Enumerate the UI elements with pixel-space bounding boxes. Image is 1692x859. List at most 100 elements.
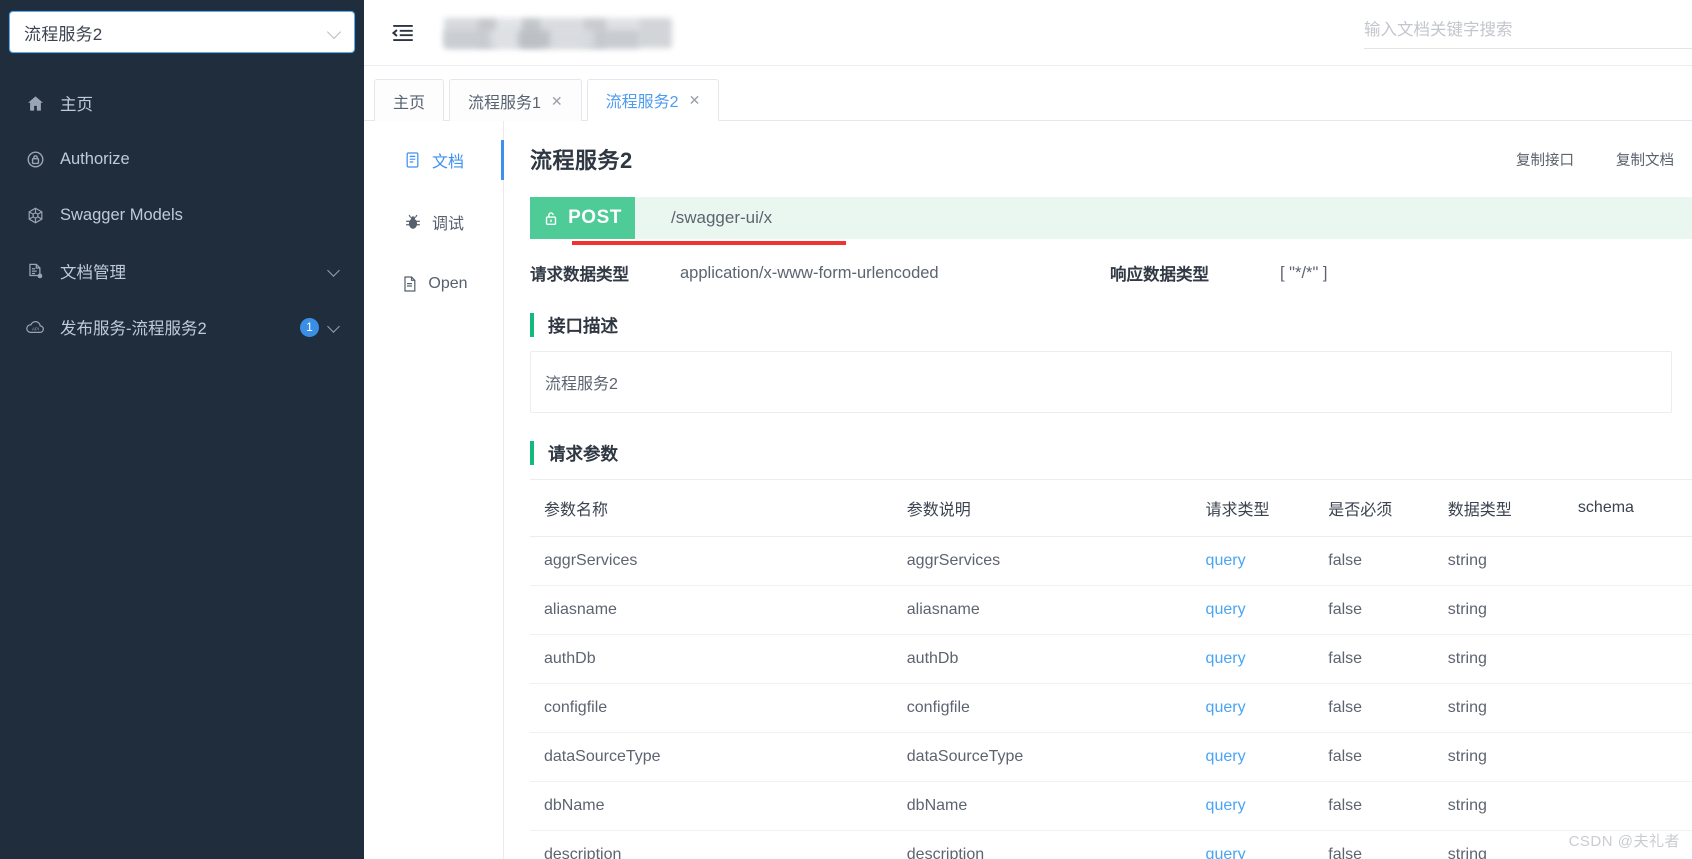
cell-param-name: dbName <box>530 781 893 831</box>
vtab-label: 文档 <box>431 154 464 171</box>
cell-schema <box>1563 781 1692 831</box>
response-type-value: [ "*/*" ] <box>1280 263 1328 282</box>
sidebar-item-label: Swagger Models <box>60 205 183 224</box>
tab-home[interactable]: 主页 <box>374 79 445 121</box>
cell-param-desc: description <box>892 830 1192 859</box>
svg-text:API: API <box>31 326 38 331</box>
sidebar-item-label: 发布服务-流程服务2 <box>60 320 207 338</box>
app-root: 流程服务2 主页 Authorize Swagger Models 文档管理 A… <box>0 0 1692 859</box>
table-body: aggrServices aggrServices query false st… <box>530 536 1692 859</box>
cell-request-type[interactable]: query <box>1191 536 1315 586</box>
method-badge-post: POST <box>530 197 635 239</box>
sidebar-item-label: 文档管理 <box>60 264 126 282</box>
doc-icon <box>403 150 423 170</box>
response-type-label: 响应数据类型 <box>1110 266 1209 284</box>
vertical-tabs: 文档 调试 Open <box>364 121 504 859</box>
models-icon <box>22 205 48 225</box>
search-input[interactable] <box>1364 16 1692 49</box>
request-type-value: application/x-www-form-urlencoded <box>680 263 939 282</box>
cell-required: false <box>1314 536 1434 586</box>
service-select-wrap: 流程服务2 <box>0 0 364 53</box>
sidebar-menu: 主页 Authorize Swagger Models 文档管理 API 发布服… <box>0 75 364 355</box>
table-row: configfile configfile query false string <box>530 683 1692 733</box>
section-title: 接口描述 <box>548 315 618 336</box>
cell-request-type[interactable]: query <box>1191 830 1315 859</box>
cell-param-desc: configfile <box>892 683 1192 733</box>
sidebar: 流程服务2 主页 Authorize Swagger Models 文档管理 A… <box>0 0 364 859</box>
sidebar-item-home[interactable]: 主页 <box>0 75 364 131</box>
doc-header: 流程服务2 复制接口 复制文档 <box>530 143 1692 175</box>
tab-debug[interactable]: 调试 <box>364 197 503 247</box>
collapse-sidebar-icon[interactable] <box>390 20 416 46</box>
cell-schema <box>1563 732 1692 782</box>
tab-liucheng-fuwu-2[interactable]: 流程服务2 ✕ <box>586 79 720 121</box>
red-annotation-underline <box>572 241 846 245</box>
cell-data-type: string <box>1433 634 1564 684</box>
cell-required: false <box>1314 683 1434 733</box>
cell-param-desc: dataSourceType <box>892 732 1192 782</box>
table-row: dbName dbName query false string <box>530 781 1692 831</box>
bug-icon <box>403 212 423 232</box>
search-box <box>1362 16 1692 49</box>
col-header-param-name: 参数名称 <box>530 479 893 537</box>
tab-label: 流程服务1 <box>468 94 541 112</box>
content-pane: 主页 流程服务1 ✕ 流程服务2 ✕ <box>364 0 1692 859</box>
col-header-request-type: 请求类型 <box>1191 479 1315 537</box>
lock-icon <box>22 149 48 169</box>
table-header-row: 参数名称 参数说明 请求类型 是否必须 数据类型 schema <box>530 479 1692 537</box>
sidebar-badge-count: 1 <box>300 317 319 337</box>
cell-request-type[interactable]: query <box>1191 634 1315 684</box>
tab-label: 流程服务2 <box>605 94 679 111</box>
close-icon[interactable]: ✕ <box>551 94 563 108</box>
tab-liucheng-fuwu-1[interactable]: 流程服务1 ✕ <box>449 79 582 121</box>
cell-param-name: aliasname <box>530 585 893 635</box>
tab-document[interactable]: 文档 <box>364 135 504 185</box>
data-type-row: 请求数据类型 application/x-www-form-urlencoded… <box>530 261 1692 285</box>
col-header-required: 是否必须 <box>1314 479 1434 537</box>
cell-param-name: description <box>530 830 893 859</box>
section-header-description: 接口描述 <box>530 313 1692 337</box>
cell-required: false <box>1314 634 1434 684</box>
cell-param-name: configfile <box>530 683 893 733</box>
table-row: dataSourceType dataSourceType query fals… <box>530 732 1692 782</box>
cell-request-type[interactable]: query <box>1191 732 1315 782</box>
table-row: description description query false stri… <box>530 830 1692 859</box>
tab-bar: 主页 流程服务1 ✕ 流程服务2 ✕ <box>364 66 1692 121</box>
chevron-down-icon <box>328 25 342 39</box>
table-head: 参数名称 参数说明 请求类型 是否必须 数据类型 schema <box>530 479 1692 537</box>
vtab-label: Open <box>428 275 468 292</box>
tab-open[interactable]: Open <box>364 259 503 309</box>
cell-request-type[interactable]: query <box>1191 683 1315 733</box>
description-text: 流程服务2 <box>545 376 618 393</box>
redacted-title-secondary <box>444 30 640 48</box>
cell-required: false <box>1314 585 1434 635</box>
main-doc-panel: 流程服务2 复制接口 复制文档 POST /swagger-ui/x 请求数据类… <box>504 121 1692 859</box>
sidebar-item-label: 主页 <box>60 96 93 114</box>
sidebar-item-publish-service[interactable]: API 发布服务-流程服务2 1 <box>0 299 364 355</box>
cell-request-type[interactable]: query <box>1191 585 1315 635</box>
method-bar: POST /swagger-ui/x <box>530 197 1692 245</box>
sidebar-item-authorize[interactable]: Authorize <box>0 131 364 187</box>
section-title: 请求参数 <box>548 443 618 464</box>
cell-data-type: string <box>1433 683 1564 733</box>
sidebar-item-swagger-models[interactable]: Swagger Models <box>0 187 364 243</box>
copy-document-button[interactable]: 复制文档 <box>1616 149 1674 170</box>
cell-required: false <box>1314 830 1434 859</box>
topbar <box>364 0 1692 66</box>
sidebar-item-document-management[interactable]: 文档管理 <box>0 243 364 299</box>
chevron-down-icon <box>329 321 342 334</box>
cell-schema <box>1563 830 1692 859</box>
cell-param-desc: dbName <box>892 781 1192 831</box>
cell-param-desc: authDb <box>892 634 1192 684</box>
cell-param-name: aggrServices <box>530 536 893 586</box>
request-params-table: 参数名称 参数说明 请求类型 是否必须 数据类型 schema aggrServ… <box>530 479 1692 859</box>
copy-interface-button[interactable]: 复制接口 <box>1516 149 1574 170</box>
file-icon <box>399 274 419 294</box>
cell-param-desc: aggrServices <box>892 536 1192 586</box>
cell-request-type[interactable]: query <box>1191 781 1315 831</box>
sidebar-item-label: Authorize <box>60 149 130 168</box>
home-icon <box>22 93 48 113</box>
close-icon[interactable]: ✕ <box>689 93 701 107</box>
vtab-label: 调试 <box>431 216 464 233</box>
service-select[interactable]: 流程服务2 <box>9 11 355 53</box>
